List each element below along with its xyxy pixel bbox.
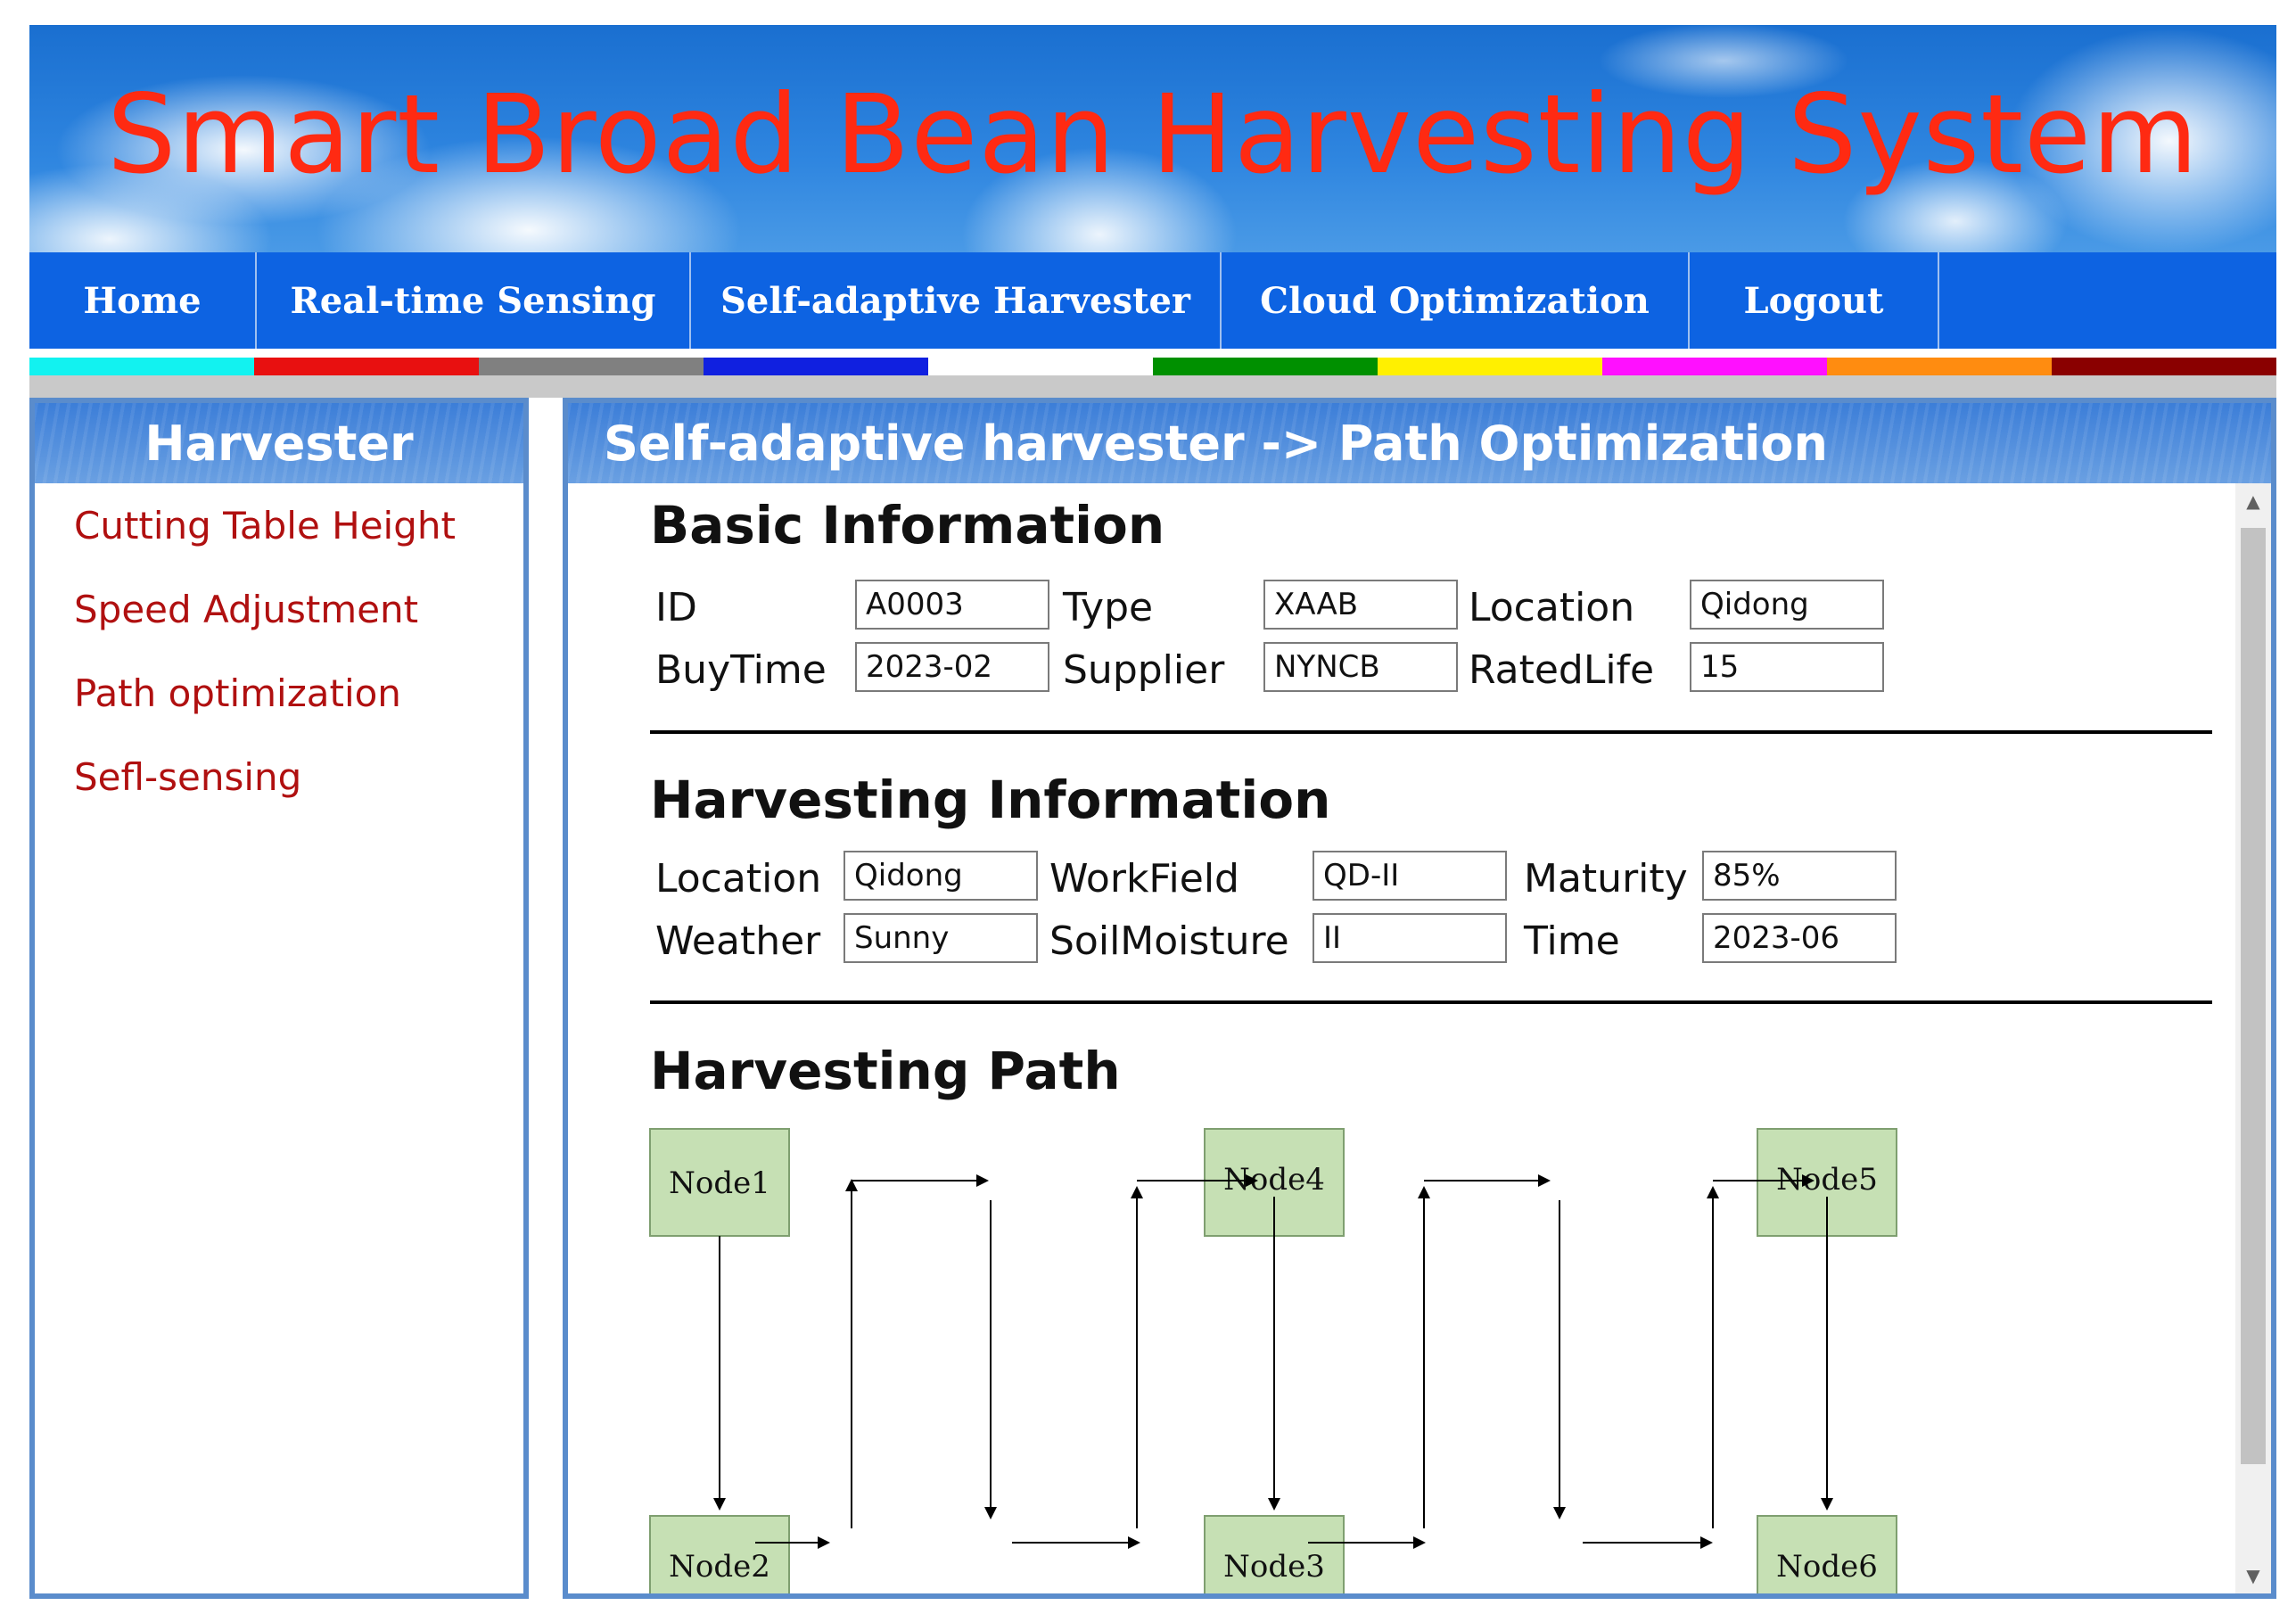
sidebar-item-path-optimization[interactable]: Path optimization [74, 662, 523, 726]
scroll-down-arrow-icon[interactable]: ▼ [2235, 1558, 2271, 1593]
path-node-6: Node6 [1757, 1515, 1897, 1593]
color-strip-segment [254, 358, 479, 375]
separator-bar [29, 375, 2276, 398]
path-node-3: Node3 [1204, 1515, 1345, 1593]
page-title: Self-adaptive harvester -> Path Optimiza… [568, 403, 2271, 483]
nav-logout[interactable]: Logout [1690, 252, 1939, 349]
nav-cloud-optimization[interactable]: Cloud Optimization [1222, 252, 1690, 349]
content-area[interactable]: Basic Information ID A0003 Type XAAB Loc… [568, 483, 2235, 1593]
banner: Smart Broad Bean Harvesting System [29, 25, 2276, 252]
color-strip-segment [479, 358, 704, 375]
color-strip-segment [1378, 358, 1602, 375]
main-panel: Self-adaptive harvester -> Path Optimiza… [563, 398, 2276, 1599]
node-1-label: Node1 [669, 1165, 770, 1201]
sidebar-item-self-sensing[interactable]: Sefl-sensing [74, 745, 523, 810]
main-nav: Home Real-time Sensing Self-adaptive Har… [29, 252, 2276, 349]
color-strip-segment [1827, 358, 2052, 375]
sidebar-item-cutting-table-height[interactable]: Cutting Table Height [74, 494, 523, 558]
color-strip-segment [928, 358, 1153, 375]
nav-self-adaptive-harvester[interactable]: Self-adaptive Harvester [691, 252, 1222, 349]
path-arrows [713, 1174, 1833, 1549]
app-title: Smart Broad Bean Harvesting System [107, 71, 2199, 198]
nav-home[interactable]: Home [29, 252, 257, 349]
sidebar: Harvester Cutting Table Height Speed Adj… [29, 398, 529, 1599]
color-strip-segment [29, 358, 254, 375]
color-strip [29, 358, 2276, 375]
color-strip-segment [704, 358, 928, 375]
path-node-1: Node1 [649, 1128, 790, 1237]
color-strip-segment [2052, 358, 2276, 375]
scroll-thumb[interactable] [2241, 528, 2266, 1464]
color-strip-segment [1602, 358, 1827, 375]
path-node-2: Node2 [649, 1515, 790, 1593]
node-3-label: Node3 [1223, 1549, 1325, 1585]
node-2-label: Node2 [669, 1549, 770, 1585]
vertical-scrollbar[interactable]: ▲ ▼ [2235, 483, 2271, 1593]
app-window: Smart Broad Bean Harvesting System Home … [29, 25, 2276, 1599]
sidebar-item-speed-adjustment[interactable]: Speed Adjustment [74, 578, 523, 642]
node-6-label: Node6 [1776, 1549, 1878, 1585]
scroll-up-arrow-icon[interactable]: ▲ [2235, 483, 2271, 519]
color-strip-segment [1153, 358, 1378, 375]
nav-real-time-sensing[interactable]: Real-time Sensing [257, 252, 691, 349]
harvesting-path-diagram: Node1 Node4 Node5 Node2 Node3 Node6 [649, 1128, 1897, 1593]
sidebar-title: Harvester [35, 403, 523, 483]
